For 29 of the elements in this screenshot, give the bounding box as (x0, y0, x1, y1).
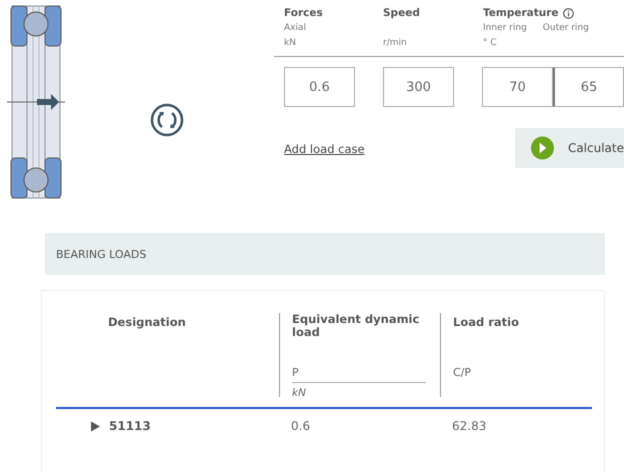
column-subtitle: Axial (284, 22, 307, 35)
symbol-label: P (292, 366, 426, 383)
info-icon[interactable] (562, 8, 574, 18)
table-cell: 51113 (109, 419, 151, 433)
column-header: Load ratio (453, 316, 520, 329)
column-title: Speed (383, 6, 421, 20)
symbol-label: C/P (453, 366, 472, 379)
column-title: Temperature (483, 6, 559, 20)
add-load-case-link[interactable]: Add load case (284, 142, 365, 156)
speed-input[interactable]: 300 (383, 67, 454, 107)
column-subtitle: Outer ring (542, 22, 589, 35)
column-subtitle: Inner ring (483, 22, 527, 35)
section-title: BEARING LOADS (56, 248, 146, 260)
force-input[interactable]: 0.6 (284, 67, 355, 107)
unit-label: kN (284, 37, 297, 50)
unit-label: r/min (383, 37, 408, 50)
rotation-icon (150, 103, 184, 137)
expand-icon[interactable] (90, 420, 101, 432)
column-header: Designation (108, 316, 187, 329)
unit-label: ° C (483, 37, 498, 50)
column-title: Forces (284, 6, 324, 20)
unit-label: kN (292, 387, 307, 399)
temperature-input[interactable]: 70 (482, 67, 553, 107)
play-icon (531, 136, 554, 160)
table-cell: 0.6 (291, 419, 310, 433)
temperature-input[interactable]: 65 (553, 67, 624, 107)
calculate-button[interactable]: Calculate (515, 128, 624, 168)
column-header: Equivalent dynamic load (292, 313, 420, 339)
table-cell: 62.83 (452, 419, 486, 433)
